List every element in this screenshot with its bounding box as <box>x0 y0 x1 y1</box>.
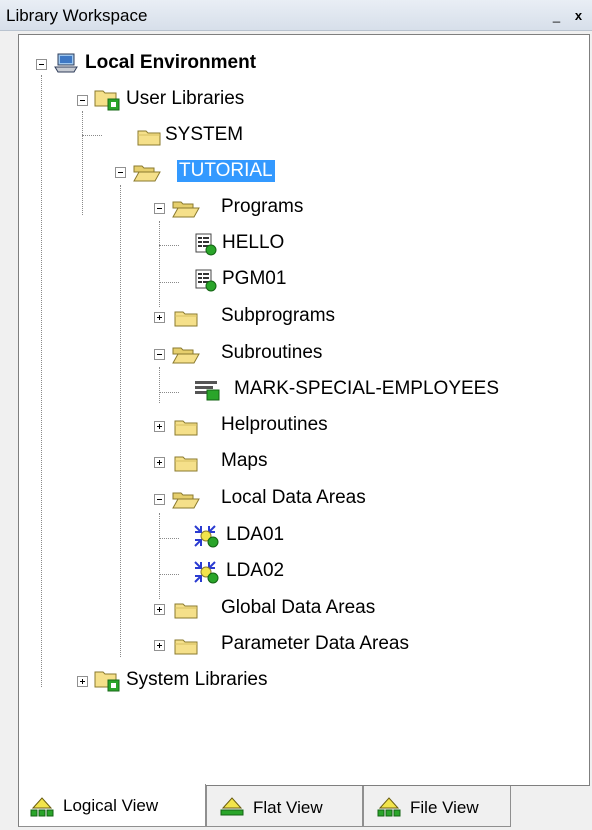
tree-node-tutorial[interactable]: TUTORIAL <box>19 155 579 187</box>
tree-label: Global Data Areas <box>221 597 376 618</box>
tree-label: Local Environment <box>85 52 257 73</box>
tab-flat-view[interactable]: Flat View <box>206 786 363 827</box>
tree-label: User Libraries <box>126 88 245 109</box>
tree-label-selected: TUTORIAL <box>177 160 275 182</box>
collapse-toggle[interactable] <box>154 494 165 505</box>
collapse-toggle[interactable] <box>154 203 165 214</box>
program-icon <box>193 232 217 256</box>
tree-node-system[interactable]: SYSTEM <box>19 119 579 151</box>
view-tabs: Logical View Flat View File View <box>18 784 592 830</box>
open-folder-icon <box>133 162 161 182</box>
tab-label: Flat View <box>253 798 323 817</box>
program-icon <box>193 268 217 292</box>
subroutine-icon <box>193 378 223 402</box>
data-area-icon <box>193 524 221 548</box>
tree-node-lda02[interactable]: LDA02 <box>19 555 579 587</box>
folder-icon <box>174 635 198 655</box>
tree-label: HELLO <box>222 232 285 253</box>
tree-label: LDA02 <box>226 560 285 581</box>
expand-toggle[interactable] <box>154 312 165 323</box>
tree-label: Subprograms <box>221 305 336 326</box>
tree-label: Subroutines <box>221 342 323 363</box>
tree-node-maps[interactable]: Maps <box>19 445 579 477</box>
open-folder-icon <box>172 198 200 218</box>
collapse-toggle[interactable] <box>77 95 88 106</box>
tab-label: Logical View <box>63 796 159 815</box>
logical-view-icon <box>30 797 54 817</box>
tree-label: Maps <box>221 450 268 471</box>
folder-icon <box>174 599 198 619</box>
tree-label: MARK-SPECIAL-EMPLOYEES <box>234 378 500 399</box>
library-tree-panel[interactable]: Local Environment User Libraries SYSTEM … <box>18 34 590 786</box>
tree-label: Programs <box>221 196 304 217</box>
tree-label: SYSTEM <box>165 124 244 145</box>
collapse-toggle[interactable] <box>36 59 47 70</box>
tree-node-subprograms[interactable]: Subprograms <box>19 300 579 332</box>
expand-toggle[interactable] <box>154 421 165 432</box>
window-title: Library Workspace <box>6 6 148 25</box>
tab-file-view[interactable]: File View <box>363 786 511 827</box>
flat-view-icon <box>220 797 244 816</box>
open-folder-icon <box>172 344 200 364</box>
tab-logical-view[interactable]: Logical View <box>18 784 206 827</box>
library-folder-icon <box>94 668 120 692</box>
collapse-toggle[interactable] <box>115 167 126 178</box>
bottom-strip <box>0 786 18 830</box>
tree-node-lda01[interactable]: LDA01 <box>19 519 579 551</box>
folder-icon <box>174 307 198 327</box>
tree-node-user-libraries[interactable]: User Libraries <box>19 83 579 115</box>
tree-node-system-libraries[interactable]: System Libraries <box>19 664 579 696</box>
tree-label: LDA01 <box>226 524 285 545</box>
tree-node-pgm01[interactable]: PGM01 <box>19 263 579 295</box>
tree-node-helproutines[interactable]: Helproutines <box>19 409 579 441</box>
file-view-icon <box>377 797 401 817</box>
data-area-icon <box>193 560 221 584</box>
title-bar: Library Workspace _ x <box>0 0 592 31</box>
tab-label: File View <box>410 798 479 817</box>
open-folder-icon <box>172 489 200 509</box>
collapse-toggle[interactable] <box>154 349 165 360</box>
tree-node-subroutines[interactable]: Subroutines <box>19 337 579 369</box>
tree-label: System Libraries <box>126 669 268 690</box>
library-folder-icon <box>94 87 120 111</box>
tree-label: Helproutines <box>221 414 328 435</box>
expand-toggle[interactable] <box>77 676 88 687</box>
library-tree: Local Environment User Libraries SYSTEM … <box>19 35 589 785</box>
expand-toggle[interactable] <box>154 457 165 468</box>
tree-label: Local Data Areas <box>221 487 366 508</box>
expand-toggle[interactable] <box>154 604 165 615</box>
tree-label: PGM01 <box>222 268 287 289</box>
tree-node-parameter-data-areas[interactable]: Parameter Data Areas <box>19 628 579 660</box>
computer-icon <box>53 52 79 76</box>
tree-node-local-data-areas[interactable]: Local Data Areas <box>19 482 579 514</box>
expand-toggle[interactable] <box>154 640 165 651</box>
tree-label: Parameter Data Areas <box>221 633 409 654</box>
folder-icon <box>174 452 198 472</box>
tree-node-hello[interactable]: HELLO <box>19 227 579 259</box>
close-button[interactable]: x <box>570 8 587 25</box>
tree-node-global-data-areas[interactable]: Global Data Areas <box>19 592 579 624</box>
minimize-button[interactable]: _ <box>548 8 565 25</box>
tree-node-mark-special-employees[interactable]: MARK-SPECIAL-EMPLOYEES <box>19 373 579 405</box>
tree-node-local-environment[interactable]: Local Environment <box>19 47 579 79</box>
tree-node-programs[interactable]: Programs <box>19 191 579 223</box>
folder-icon <box>174 416 198 436</box>
folder-icon <box>137 126 161 146</box>
